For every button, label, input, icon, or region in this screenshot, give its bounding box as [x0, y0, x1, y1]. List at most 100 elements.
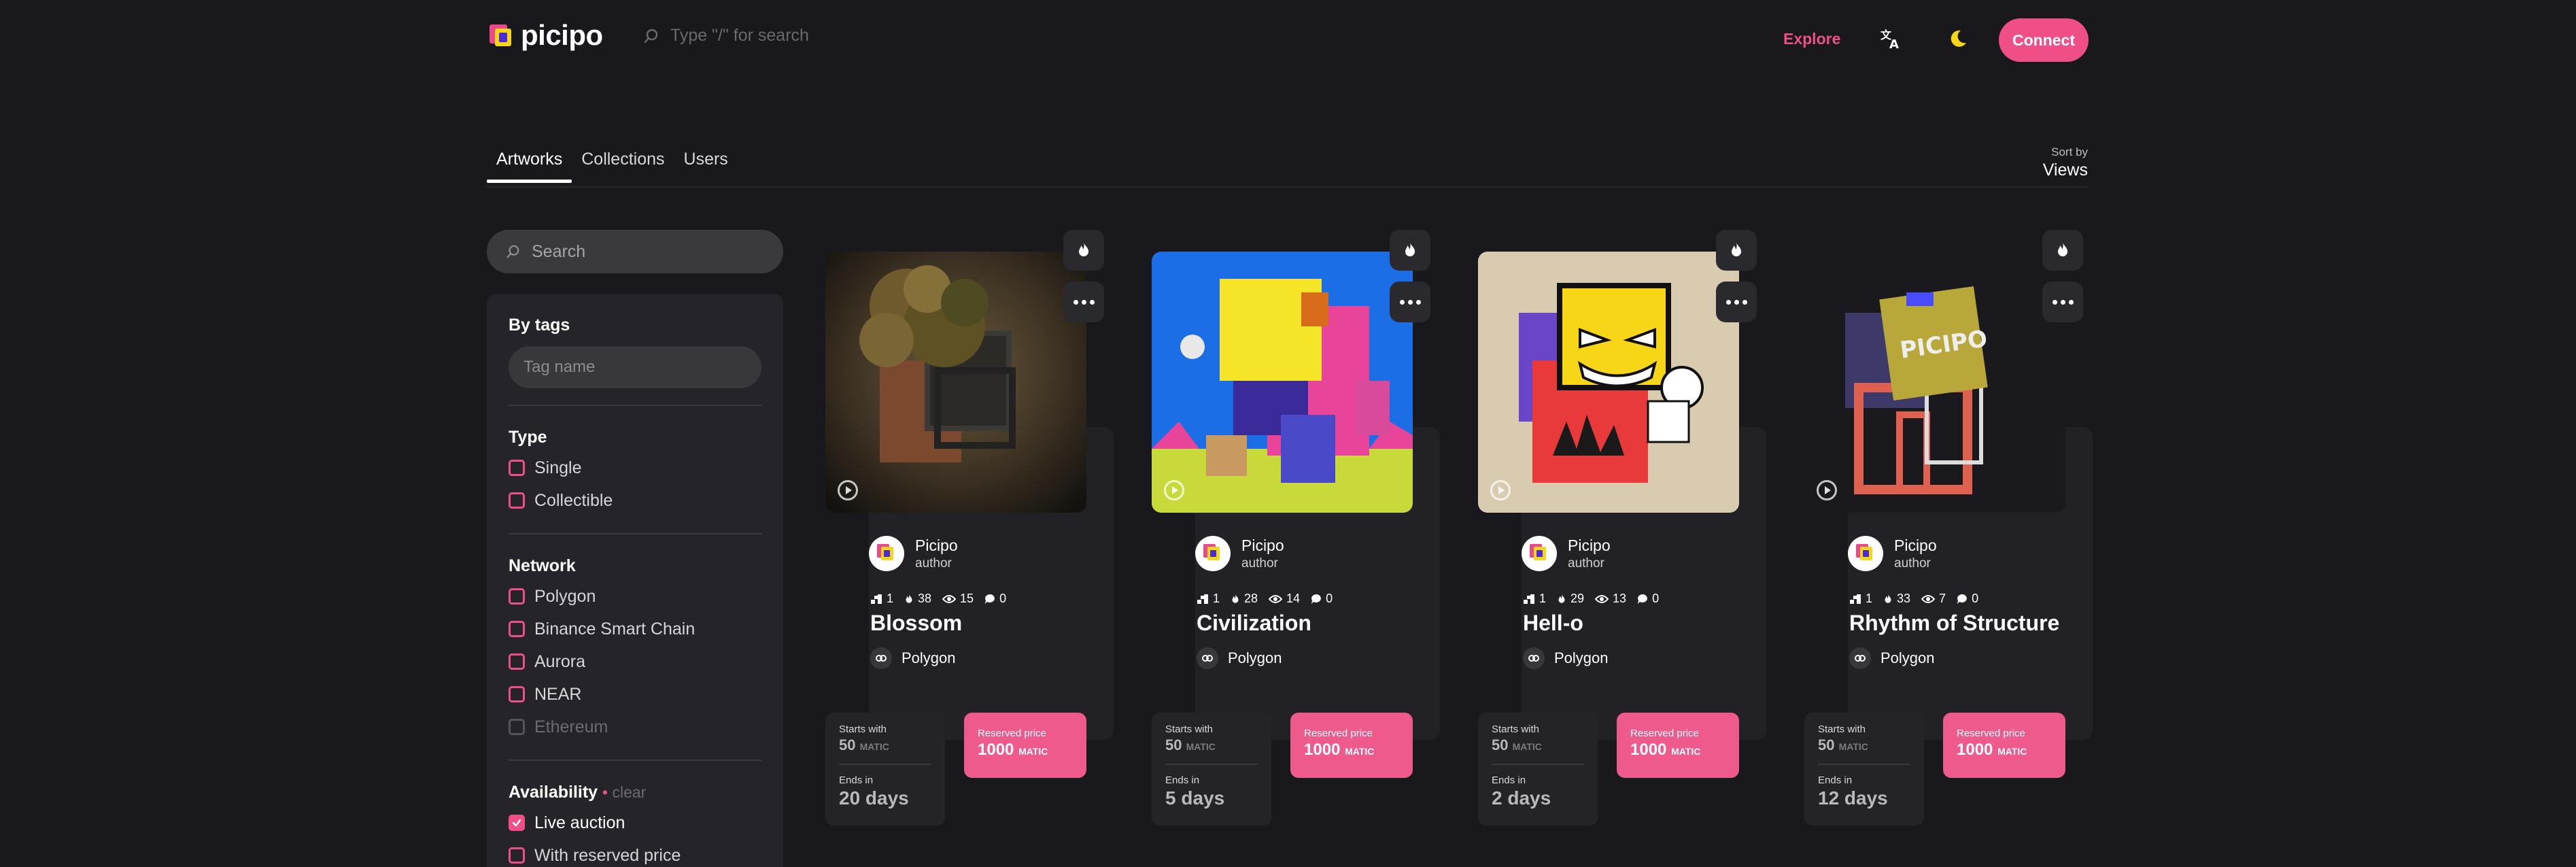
tab-users[interactable]: Users — [674, 150, 738, 183]
artwork-title[interactable]: Hell-o — [1523, 611, 1583, 636]
artwork-image[interactable] — [1478, 252, 1739, 513]
artwork-title[interactable]: Civilization — [1197, 611, 1311, 636]
reserved-price-box[interactable]: Reserved price 1000 MATIC — [1617, 713, 1739, 778]
play-icon[interactable] — [838, 480, 858, 500]
network-option-polygon[interactable]: Polygon — [509, 580, 761, 613]
like-button[interactable] — [1390, 230, 1430, 271]
tag-input[interactable]: Tag name — [509, 346, 761, 388]
starts-value: 50 MATIC — [1165, 736, 1216, 753]
fire-icon — [1558, 594, 1565, 603]
editions-count: 1 — [1213, 592, 1220, 605]
checkbox[interactable] — [509, 686, 525, 702]
reserved-price-box[interactable]: Reserved price 1000 MATIC — [1943, 713, 2065, 778]
tab-artworks[interactable]: Artworks — [487, 150, 572, 183]
checkbox[interactable] — [509, 847, 525, 864]
avatar — [1522, 536, 1557, 571]
play-icon[interactable] — [1817, 480, 1837, 500]
artwork-stats: 1 29 13 0 — [1523, 592, 1659, 606]
author-name: Picipo — [915, 536, 958, 554]
likes-stat: 33 — [1883, 592, 1910, 606]
views-stat: 13 — [1595, 592, 1626, 606]
artwork-card-2[interactable]: Picipo author 1 28 14 0 Civilization Pol… — [1152, 230, 1440, 828]
reserved-price-box[interactable]: Reserved price 1000 MATIC — [964, 713, 1086, 778]
explore-link[interactable]: Explore — [1783, 30, 1840, 48]
comment-icon — [985, 594, 995, 604]
avatar — [869, 536, 904, 571]
sidebar-search-input[interactable]: Search — [487, 230, 783, 273]
ends-label: Ends in — [839, 775, 874, 786]
like-button[interactable] — [2042, 230, 2083, 271]
divider — [509, 533, 761, 534]
author-info[interactable]: Picipo author — [1522, 536, 1611, 571]
filters-panel: By tags Tag name Type Single Collectible… — [487, 294, 783, 867]
tags-title: By tags — [509, 316, 570, 335]
availability-title: Availability — [509, 783, 598, 802]
option-label: With reserved price — [534, 845, 681, 865]
connect-button[interactable]: Connect — [1999, 18, 2089, 62]
fire-icon — [1405, 243, 1415, 256]
author-info[interactable]: Picipo author — [1848, 536, 1937, 571]
like-button[interactable] — [1716, 230, 1757, 271]
translate-icon[interactable]: 文 A — [1880, 27, 1903, 50]
network-option-bsc[interactable]: Binance Smart Chain — [509, 613, 761, 645]
availability-option-live-auction[interactable]: Live auction — [509, 806, 761, 839]
network-option-aurora[interactable]: Aurora — [509, 645, 761, 678]
type-option-collectible[interactable]: Collectible — [509, 484, 761, 517]
author-info[interactable]: Picipo author — [869, 536, 958, 571]
likes-count: 29 — [1570, 592, 1585, 605]
artwork-image[interactable] — [1152, 252, 1413, 513]
network-name: Polygon — [1228, 649, 1282, 666]
artwork-card-1[interactable]: Picipo author 1 38 15 0 Blossom Polygon … — [825, 230, 1114, 828]
more-options-button[interactable] — [1716, 282, 1757, 322]
checkbox[interactable] — [509, 460, 525, 476]
checkbox[interactable] — [509, 588, 525, 605]
option-label: NEAR — [534, 684, 582, 704]
more-options-button[interactable] — [2042, 282, 2083, 322]
author-info[interactable]: Picipo author — [1195, 536, 1284, 571]
likes-stat: 28 — [1231, 592, 1258, 606]
reserved-label: Reserved price — [978, 728, 1046, 739]
ends-value: 2 days — [1492, 787, 1551, 809]
artwork-image[interactable]: PICIPO — [1804, 252, 2065, 513]
reserved-value: 1000 MATIC — [1957, 741, 2027, 759]
author-role: author — [1568, 556, 1604, 571]
artwork-title[interactable]: Rhythm of Structure — [1849, 611, 2059, 636]
checkbox — [509, 719, 525, 735]
sort-dropdown[interactable]: Sort by Views — [2043, 146, 2088, 180]
global-search-input[interactable]: Type "/" for search — [643, 26, 809, 46]
checkbox-checked[interactable] — [509, 815, 525, 831]
checkbox[interactable] — [509, 653, 525, 670]
more-options-button[interactable] — [1390, 282, 1430, 322]
editions-count: 1 — [887, 592, 894, 605]
comment-icon — [1957, 594, 1967, 604]
option-label: Single — [534, 458, 582, 477]
artwork-title[interactable]: Blossom — [870, 611, 962, 636]
tab-collections[interactable]: Collections — [572, 150, 674, 183]
type-option-single[interactable]: Single — [509, 452, 761, 484]
reserved-label: Reserved price — [1957, 728, 2025, 739]
reserved-price-box[interactable]: Reserved price 1000 MATIC — [1290, 713, 1413, 778]
option-label: Aurora — [534, 651, 586, 671]
artwork-card-4[interactable]: PICIPO Picipo author 1 33 7 0 Rhythm of … — [1804, 230, 2093, 828]
logo[interactable]: picipo — [488, 19, 603, 52]
more-options-button[interactable] — [1063, 282, 1104, 322]
checkbox[interactable] — [509, 492, 525, 509]
network-option-near[interactable]: NEAR — [509, 678, 761, 711]
starts-label: Starts with — [1492, 724, 1540, 735]
search-icon — [506, 245, 519, 258]
network-info: Polygon — [1523, 647, 1609, 669]
checkbox[interactable] — [509, 621, 525, 637]
artwork-card-3[interactable]: Picipo author 1 29 13 0 Hell-o Polygon S… — [1478, 230, 1766, 828]
auction-info: Starts with 50 MATIC Ends in 12 days — [1804, 713, 1924, 826]
play-icon[interactable] — [1164, 480, 1184, 500]
play-icon[interactable] — [1490, 480, 1511, 500]
polygon-icon — [1849, 647, 1871, 669]
like-button[interactable] — [1063, 230, 1104, 271]
moon-icon[interactable] — [1948, 29, 1968, 49]
availability-clear-link[interactable]: • clear — [602, 783, 646, 801]
comments-stat: 0 — [1311, 592, 1333, 606]
artwork-image[interactable] — [825, 252, 1086, 513]
availability-option-reserved-price[interactable]: With reserved price — [509, 839, 761, 867]
starts-value: 50 MATIC — [1818, 736, 1868, 753]
reserved-value: 1000 MATIC — [1304, 741, 1375, 759]
